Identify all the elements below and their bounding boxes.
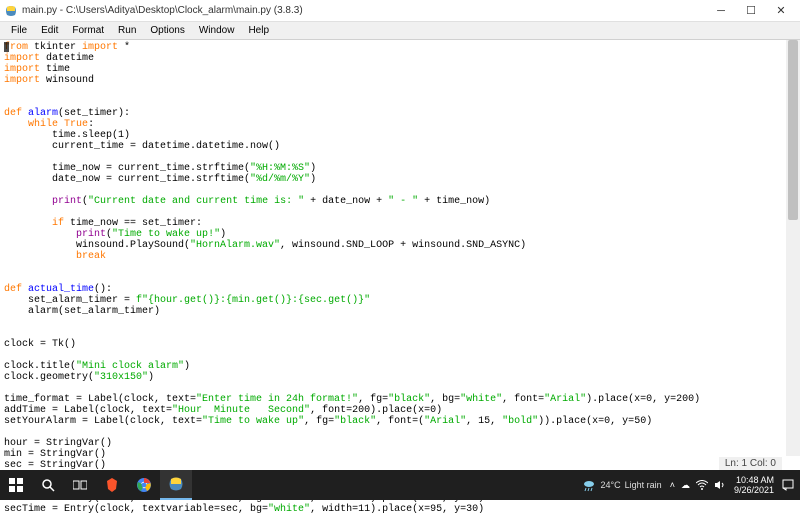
scrollbar-thumb[interactable] bbox=[788, 40, 798, 220]
code-editor[interactable]: from tkinter import * import datetime im… bbox=[0, 40, 800, 517]
menu-file[interactable]: File bbox=[4, 23, 34, 38]
window-title: main.py - C:\Users\Aditya\Desktop\Clock_… bbox=[22, 5, 706, 16]
taskbar-date: 9/26/2021 bbox=[734, 485, 774, 495]
status-bar: Ln: 1 Col: 0 bbox=[719, 457, 782, 470]
taskbar-app-idle[interactable] bbox=[160, 470, 192, 500]
menu-help[interactable]: Help bbox=[241, 23, 276, 38]
menu-options[interactable]: Options bbox=[143, 23, 191, 38]
menu-format[interactable]: Format bbox=[65, 23, 111, 38]
text-cursor bbox=[4, 42, 9, 52]
weather-widget[interactable]: 24°C Light rain bbox=[581, 477, 662, 493]
task-view-icon[interactable] bbox=[64, 470, 96, 500]
maximize-button[interactable]: ☐ bbox=[736, 1, 766, 21]
tray-chevron-icon[interactable]: ˄ bbox=[670, 480, 675, 490]
taskbar-clock[interactable]: 10:48 AM 9/26/2021 bbox=[734, 475, 774, 495]
weather-temp: 24°C bbox=[601, 480, 621, 490]
menu-bar: File Edit Format Run Options Window Help bbox=[0, 22, 800, 40]
weather-icon bbox=[581, 477, 597, 493]
vertical-scrollbar[interactable] bbox=[786, 40, 800, 456]
start-button[interactable] bbox=[0, 470, 32, 500]
search-icon[interactable] bbox=[32, 470, 64, 500]
tray-cloud-icon[interactable]: ☁ bbox=[681, 480, 690, 491]
minimize-button[interactable]: ─ bbox=[706, 1, 736, 21]
cursor-position: Ln: 1 Col: 0 bbox=[725, 458, 776, 469]
menu-edit[interactable]: Edit bbox=[34, 23, 65, 38]
taskbar-time: 10:48 AM bbox=[734, 475, 774, 485]
taskbar-app-brave[interactable] bbox=[96, 470, 128, 500]
menu-window[interactable]: Window bbox=[192, 23, 242, 38]
close-button[interactable]: ✕ bbox=[766, 1, 796, 21]
windows-taskbar: 24°C Light rain ˄ ☁ 10:48 AM 9/26/2021 bbox=[0, 470, 800, 500]
window-titlebar: main.py - C:\Users\Aditya\Desktop\Clock_… bbox=[0, 0, 800, 22]
weather-text: Light rain bbox=[625, 480, 662, 490]
idle-app-icon bbox=[4, 4, 18, 18]
volume-icon[interactable] bbox=[714, 480, 726, 490]
menu-run[interactable]: Run bbox=[111, 23, 143, 38]
system-tray: 24°C Light rain ˄ ☁ 10:48 AM 9/26/2021 bbox=[581, 475, 800, 495]
notifications-icon[interactable] bbox=[782, 479, 794, 491]
taskbar-app-chrome[interactable] bbox=[128, 470, 160, 500]
window-controls: ─ ☐ ✕ bbox=[706, 1, 796, 21]
wifi-icon[interactable] bbox=[696, 480, 708, 490]
